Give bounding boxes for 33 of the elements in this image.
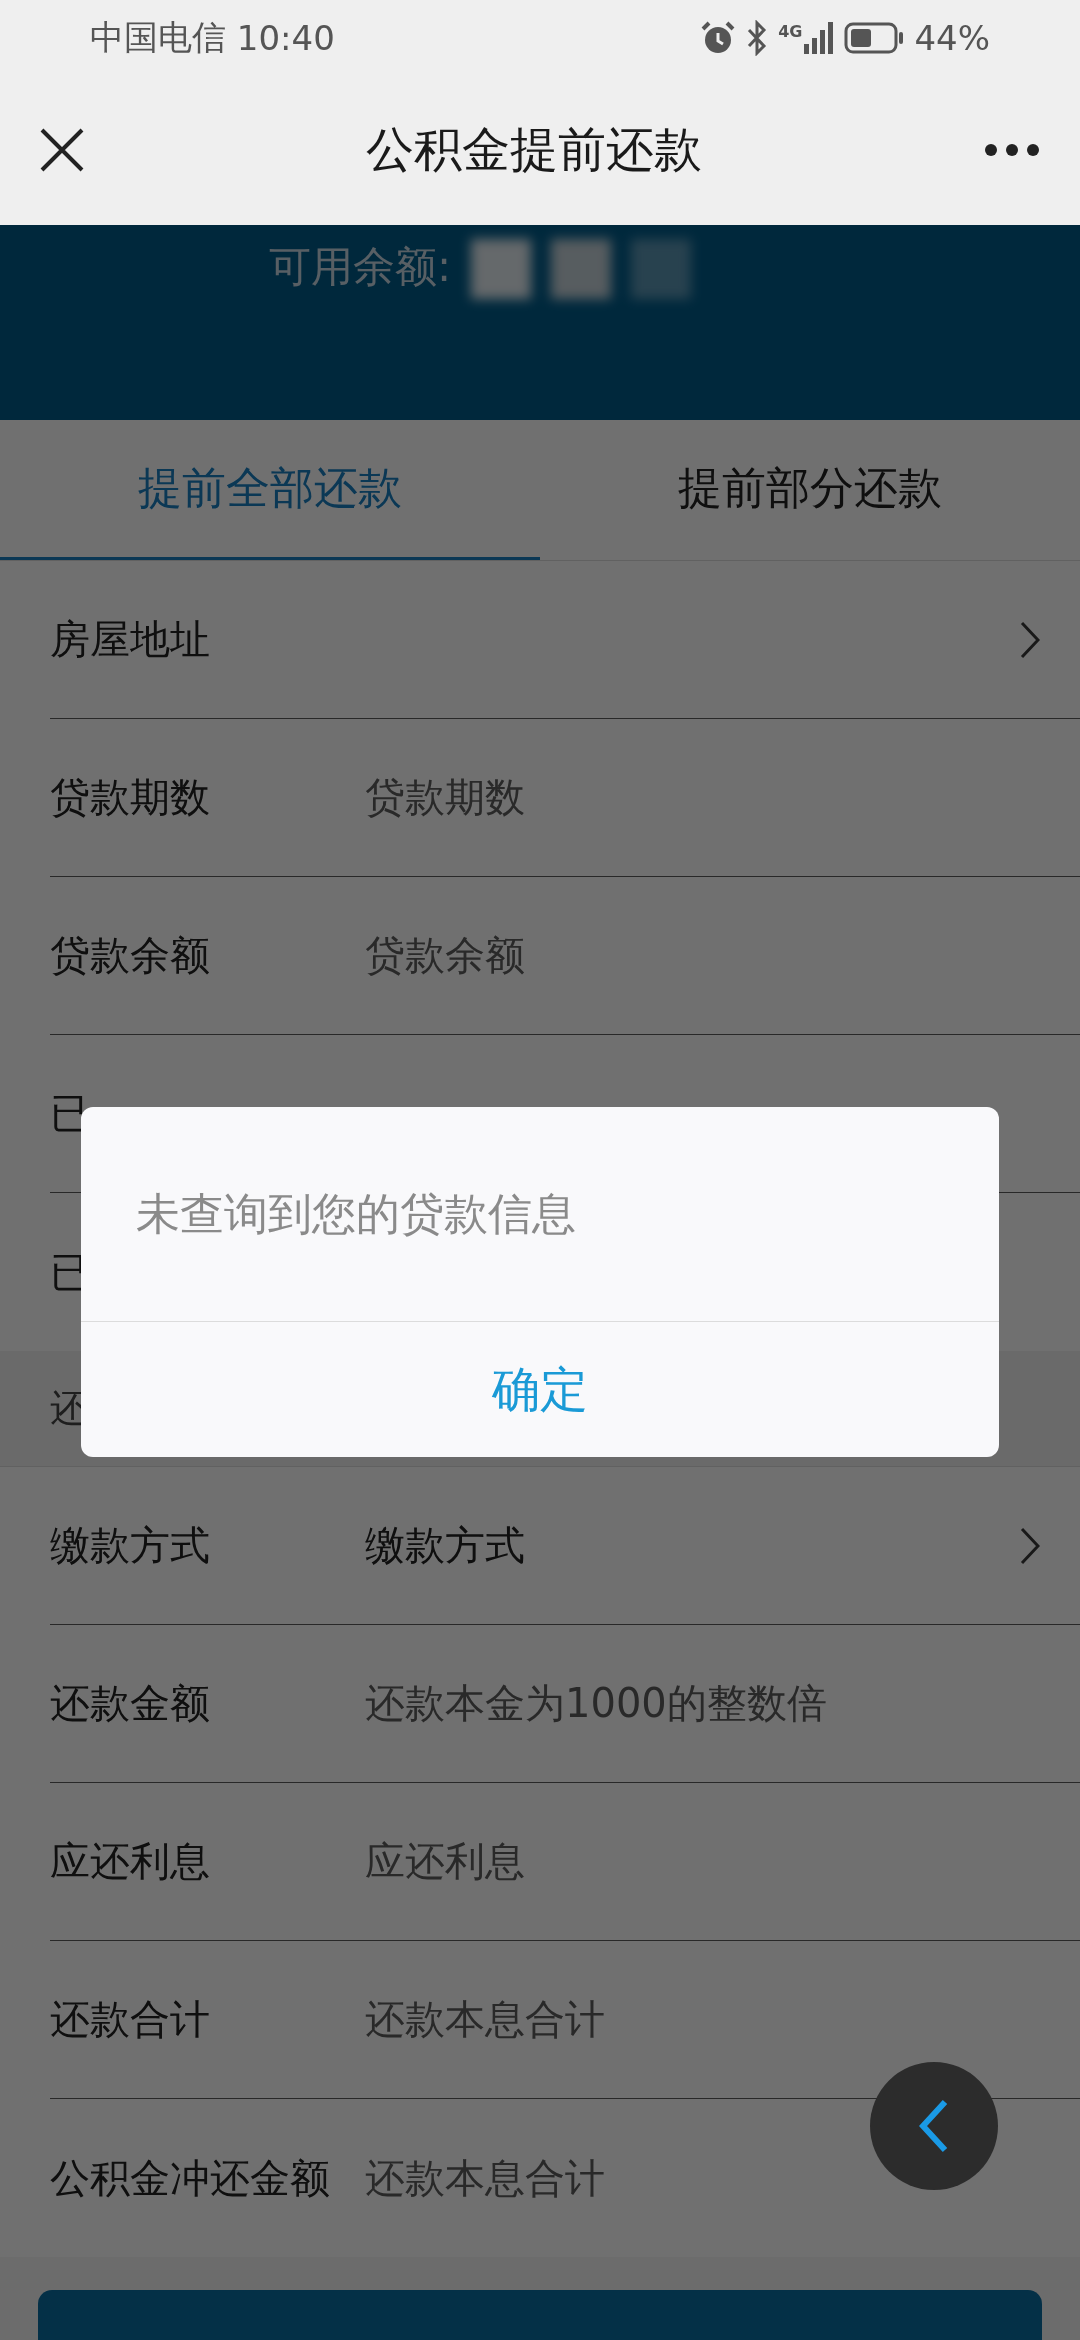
input-field[interactable]: 还款本息合计 [365, 2150, 1040, 2206]
balance-label: 可用余额: [268, 241, 452, 293]
field-label: 应还利息 [50, 1837, 211, 1886]
field-label: 房屋地址 [50, 615, 211, 664]
input-field[interactable]: 应还利息 [365, 1834, 1040, 1889]
field-label: 还款合计 [50, 1995, 211, 2044]
battery-icon [844, 21, 905, 54]
field-label: 公积金冲还金额 [50, 2153, 331, 2203]
input-field[interactable]: 贷款期数 [365, 770, 1040, 825]
chevron-right-icon[interactable] [1020, 620, 1040, 659]
more-icon[interactable] [984, 143, 1040, 157]
field-label: 贷款余额 [50, 931, 211, 980]
input-field[interactable]: 贷款余额 [365, 928, 1040, 983]
bluetooth-icon [746, 19, 769, 56]
tab[interactable]: 提前部分还款 [540, 420, 1080, 560]
carrier-text: 中国电信 [90, 15, 226, 59]
close-icon[interactable] [40, 128, 84, 172]
signal-icon [804, 21, 835, 54]
page-title: 公积金提前还款 [365, 120, 703, 179]
field-label: 缴款方式 [50, 1521, 211, 1570]
network-text: 4G [778, 21, 803, 41]
battery-text: 44% [914, 17, 990, 58]
dialog-message: 未查询到您的贷款信息 [81, 1107, 999, 1322]
select-field[interactable]: 缴款方式 [365, 1518, 1020, 1573]
field-label: 贷款期数 [50, 773, 211, 822]
field-label: 还款金额 [50, 1679, 211, 1728]
input-field[interactable]: 还款本金为1000的整数倍 [365, 1676, 1040, 1731]
chevron-left-icon [919, 2099, 949, 2153]
confirm-button[interactable]: 确定 [81, 1322, 999, 1457]
time-text: 10:40 [236, 17, 335, 58]
chevron-right-icon[interactable] [1020, 1526, 1040, 1565]
alarm-icon [700, 20, 737, 55]
input-field[interactable]: 还款本息合计 [365, 1992, 1040, 2047]
